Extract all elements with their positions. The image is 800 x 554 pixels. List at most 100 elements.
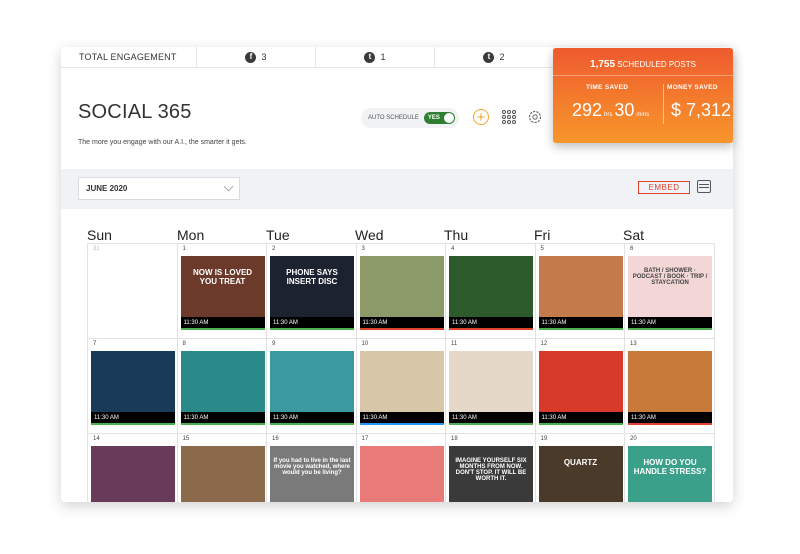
scheduled-post-thumbnail[interactable]: IMAGINE YOURSELF SIX MONTHS FROM NOW. DO… [449, 446, 533, 502]
post-status-line [359, 423, 444, 425]
calendar-day[interactable]: 13 11:30 AM [625, 339, 715, 434]
scheduled-post-thumbnail[interactable]: 11:30 AM [449, 351, 533, 423]
calendar-day[interactable]: 7 11:30 AM [88, 339, 178, 434]
calendar-day[interactable]: 18 IMAGINE YOURSELF SIX MONTHS FROM NOW. … [446, 434, 536, 502]
calendar-day[interactable]: 9 11:30 AM [267, 339, 357, 434]
scheduled-post-thumbnail[interactable]: If you had to live in the last movie you… [270, 446, 354, 502]
twitter-count: 1 [380, 52, 386, 62]
post-text: If you had to live in the last movie you… [273, 458, 351, 476]
day-number: 20 [630, 436, 637, 442]
scheduled-post-thumbnail[interactable]: NOW IS LOVED YOU TREAT 11:30 AM [180, 256, 265, 328]
calendar-day[interactable]: 20 HOW DO YOU HANDLE STRESS? [625, 434, 715, 502]
money-saved-value: $ 7,312 [671, 100, 732, 120]
post-time: 11:30 AM [180, 412, 265, 423]
panel-vertical-divider [663, 84, 664, 124]
scheduled-count: 1,755 [590, 59, 616, 70]
calendar-day[interactable]: 3 11:30 AM [356, 244, 446, 339]
day-number: 18 [451, 436, 458, 442]
day-number: 7 [93, 341, 97, 347]
scheduled-post-thumbnail[interactable]: 11:30 AM [359, 256, 444, 328]
twitter-icon: t [364, 51, 376, 63]
hours-unit: hrs [604, 112, 613, 118]
day-number: 19 [540, 436, 548, 442]
apps-grid-icon[interactable] [502, 110, 516, 124]
calendar-day[interactable]: 19 QUARTZ [536, 434, 625, 502]
calendar-day[interactable]: 5 11:30 AM [535, 244, 625, 339]
day-number: 11 [451, 341, 458, 347]
scheduled-post-thumbnail[interactable]: QUARTZ [538, 446, 623, 502]
weekday-wed: Wed [355, 227, 384, 243]
filter-bar: JUNE 2020 EMBED [61, 169, 733, 209]
weekday-sat: Sat [623, 227, 645, 243]
scheduled-post-thumbnail[interactable]: 11:30 AM [270, 351, 354, 423]
scheduled-post-thumbnail[interactable]: HOW DO YOU HANDLE STRESS? [628, 446, 712, 502]
page-title: SOCIAL 365 [78, 101, 192, 123]
calendar-day[interactable]: 6 BATH / SHOWER · PODCAST / BOOK · TRIP /… [625, 244, 715, 339]
post-time: 11:30 AM [449, 412, 533, 423]
calendar-day[interactable]: 10 11:30 AM [356, 339, 446, 434]
engagement-label: TOTAL ENGAGEMENT [61, 47, 197, 67]
post-status-line [449, 328, 533, 330]
scheduled-posts: 1,755 SCHEDULED POSTS [553, 59, 733, 70]
time-saved-label: TIME SAVED [586, 84, 629, 91]
calendar-day[interactable]: 8 11:30 AM [177, 339, 267, 434]
day-number: 4 [451, 246, 455, 252]
post-time: 11:30 AM [359, 317, 444, 328]
scheduled-post-thumbnail[interactable]: 11:30 AM [538, 351, 623, 423]
money-saved-label: MONEY SAVED [667, 84, 718, 91]
minutes-unit: mins [636, 112, 650, 118]
day-number: 31 [93, 246, 100, 252]
day-number: 6 [630, 246, 634, 252]
facebook-icon: f [245, 51, 257, 63]
scheduled-post-thumbnail[interactable]: 11:30 AM [538, 256, 623, 328]
post-text: HOW DO YOU HANDLE STRESS? [633, 458, 707, 476]
scheduled-post-thumbnail[interactable]: 11:30 AM [91, 351, 175, 423]
scheduled-post-thumbnail[interactable] [180, 446, 265, 502]
scheduled-post-thumbnail[interactable]: 11:30 AM [628, 351, 712, 423]
post-status-line [628, 423, 712, 425]
calendar-day[interactable]: 2 PHONE SAYS INSERT DISC 11:30 AM [267, 244, 357, 339]
embed-button[interactable]: EMBED [638, 181, 690, 194]
calendar-day[interactable]: 12 11:30 AM [535, 339, 625, 434]
page-subtitle: The more you engage with our A.I., the s… [78, 139, 247, 146]
day-number: 14 [93, 436, 100, 442]
facebook-stat[interactable]: f 3 [197, 47, 316, 67]
calendar-day[interactable]: 14 [88, 434, 178, 502]
day-number: 15 [182, 436, 190, 442]
post-time: 11:30 AM [449, 317, 533, 328]
calendar-day[interactable]: 11 11:30 AM [446, 339, 536, 434]
gear-icon[interactable] [527, 109, 543, 125]
month-select[interactable]: JUNE 2020 [78, 177, 240, 200]
scheduled-post-thumbnail[interactable]: 11:30 AM [180, 351, 265, 423]
scheduled-post-thumbnail[interactable] [359, 446, 444, 502]
weekday-thu: Thu [444, 227, 469, 243]
minutes-value: 30 [614, 100, 635, 120]
weekday-tue: Tue [266, 227, 290, 243]
calendar-day[interactable]: 4 11:30 AM [446, 244, 536, 339]
hours-value: 292 [572, 100, 603, 120]
calendar-day[interactable]: 15 [178, 434, 267, 502]
auto-schedule-toggle[interactable]: YES [423, 112, 455, 124]
scheduled-post-thumbnail[interactable]: BATH / SHOWER · PODCAST / BOOK · TRIP / … [628, 256, 712, 328]
calendar-day[interactable]: 31 [88, 244, 178, 339]
post-time: 11:30 AM [538, 317, 623, 328]
calendar-day[interactable]: 17 [357, 434, 446, 502]
scheduled-post-thumbnail[interactable]: PHONE SAYS INSERT DISC 11:30 AM [270, 256, 354, 328]
calendar-day[interactable]: 16 If you had to live in the last movie y… [267, 434, 357, 502]
scheduled-post-thumbnail[interactable]: 11:30 AM [359, 351, 444, 423]
post-time: 11:30 AM [91, 412, 175, 423]
calendar-grid: 31 1 NOW IS LOVED YOU TREAT 11:30 AM 2 PHONE … [87, 243, 715, 502]
day-number: 3 [361, 246, 365, 252]
twitter-stat[interactable]: t 1 [316, 47, 435, 67]
scheduled-post-thumbnail[interactable]: 11:30 AM [449, 256, 533, 328]
list-view-icon[interactable] [697, 180, 711, 193]
post-status-line [180, 423, 265, 425]
day-number: 16 [272, 436, 279, 442]
calendar-day[interactable]: 1 NOW IS LOVED YOU TREAT 11:30 AM [177, 244, 267, 339]
tumblr-stat[interactable]: t 2 [435, 47, 554, 67]
scheduled-post-thumbnail[interactable] [91, 446, 175, 502]
post-text: QUARTZ [563, 458, 598, 467]
add-post-button[interactable]: + [473, 109, 489, 125]
post-text: PHONE SAYS INSERT DISC [286, 268, 338, 286]
post-text: NOW IS LOVED YOU TREAT [192, 268, 253, 286]
